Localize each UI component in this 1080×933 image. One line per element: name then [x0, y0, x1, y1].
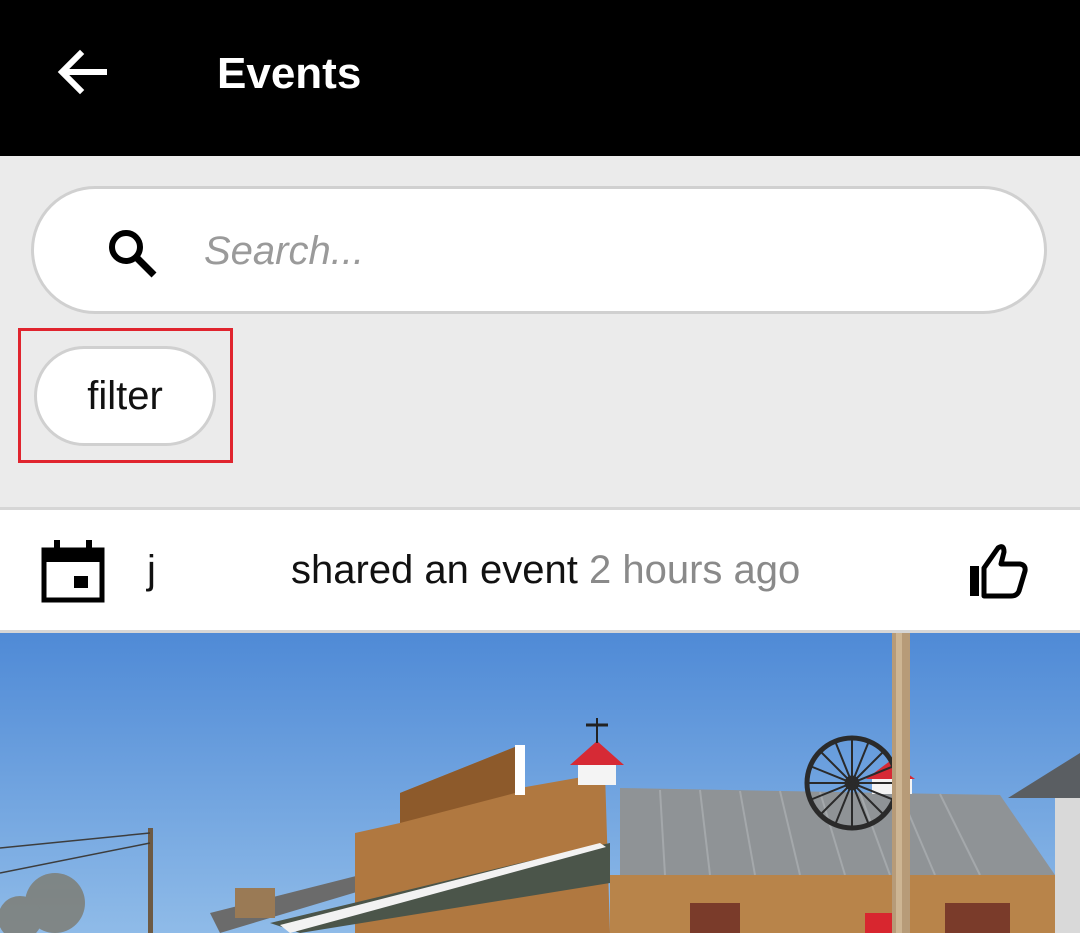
wagon-wheel [804, 735, 900, 831]
search-bar[interactable] [31, 186, 1047, 314]
event-action: shared an event [291, 548, 578, 592]
filter-button[interactable]: filter [34, 346, 216, 446]
search-icon [109, 230, 157, 278]
event-photo-illustration [0, 633, 1080, 933]
page-title: Events [217, 49, 362, 98]
event-timestamp: 2 hours ago [589, 548, 801, 592]
back-button[interactable] [40, 30, 124, 114]
search-input[interactable] [204, 219, 984, 283]
search-filter-area: filter [0, 156, 1080, 508]
arrow-left-icon [57, 49, 107, 95]
event-action-text: shared an event 2 hours ago [291, 546, 800, 594]
event-photo[interactable] [0, 633, 1080, 933]
thumbs-up-icon[interactable] [964, 538, 1030, 604]
event-user-name[interactable]: j [147, 546, 156, 594]
event-item-header[interactable]: j shared an event 2 hours ago [0, 510, 1080, 630]
calendar-icon [41, 540, 105, 603]
app-bar: Events [0, 0, 1080, 156]
